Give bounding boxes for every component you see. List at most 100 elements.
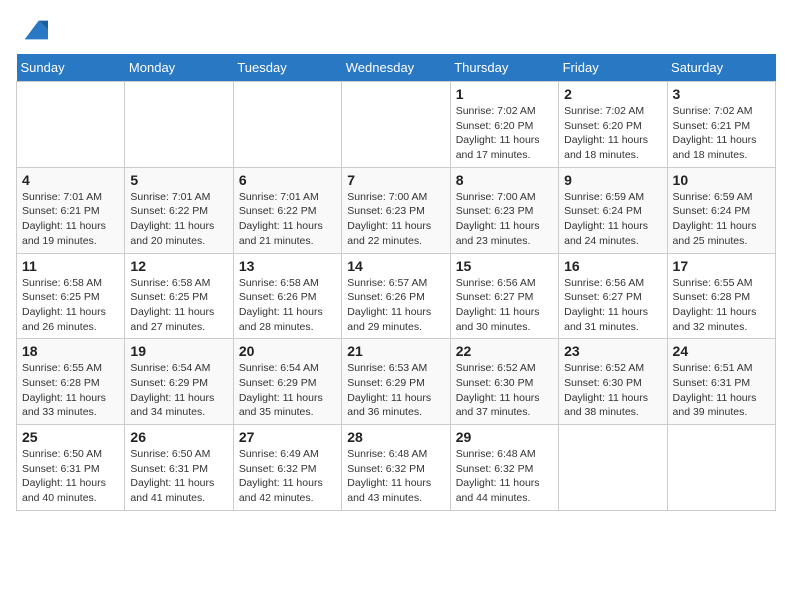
day-info: Sunrise: 7:00 AM Sunset: 6:23 PM Dayligh… bbox=[456, 190, 553, 249]
day-info: Sunrise: 6:58 AM Sunset: 6:26 PM Dayligh… bbox=[239, 276, 336, 335]
day-info: Sunrise: 6:49 AM Sunset: 6:32 PM Dayligh… bbox=[239, 447, 336, 506]
calendar-cell: 24 Sunrise: 6:51 AM Sunset: 6:31 PM Dayli… bbox=[667, 339, 775, 425]
calendar-cell: 23 Sunrise: 6:52 AM Sunset: 6:30 PM Dayli… bbox=[559, 339, 667, 425]
logo bbox=[16, 16, 48, 44]
day-number: 21 bbox=[347, 343, 444, 359]
day-info: Sunrise: 7:00 AM Sunset: 6:23 PM Dayligh… bbox=[347, 190, 444, 249]
calendar-cell: 22 Sunrise: 6:52 AM Sunset: 6:30 PM Dayli… bbox=[450, 339, 558, 425]
calendar-cell: 10Sunrise: 6:59 AM Sunset: 6:24 PM Dayli… bbox=[667, 167, 775, 253]
day-info: Sunrise: 6:59 AM Sunset: 6:24 PM Dayligh… bbox=[564, 190, 661, 249]
calendar-cell: 16 Sunrise: 6:56 AM Sunset: 6:27 PM Dayli… bbox=[559, 253, 667, 339]
calendar-cell: 4 Sunrise: 7:01 AM Sunset: 6:21 PM Daylig… bbox=[17, 167, 125, 253]
weekday-header: Friday bbox=[559, 54, 667, 82]
day-number: 14 bbox=[347, 258, 444, 274]
calendar-cell: 7 Sunrise: 7:00 AM Sunset: 6:23 PM Daylig… bbox=[342, 167, 450, 253]
day-number: 3 bbox=[673, 86, 770, 102]
calendar-cell bbox=[559, 425, 667, 511]
day-number: 29 bbox=[456, 429, 553, 445]
calendar-cell: 17 Sunrise: 6:55 AM Sunset: 6:28 PM Dayli… bbox=[667, 253, 775, 339]
day-info: Sunrise: 6:53 AM Sunset: 6:29 PM Dayligh… bbox=[347, 361, 444, 420]
calendar-cell: 21 Sunrise: 6:53 AM Sunset: 6:29 PM Dayli… bbox=[342, 339, 450, 425]
day-info: Sunrise: 7:02 AM Sunset: 6:21 PM Dayligh… bbox=[673, 104, 770, 163]
day-info: Sunrise: 7:01 AM Sunset: 6:21 PM Dayligh… bbox=[22, 190, 119, 249]
calendar-cell bbox=[233, 82, 341, 168]
day-info: Sunrise: 6:56 AM Sunset: 6:27 PM Dayligh… bbox=[564, 276, 661, 335]
day-number: 26 bbox=[130, 429, 227, 445]
calendar-cell: 14 Sunrise: 6:57 AM Sunset: 6:26 PM Dayli… bbox=[342, 253, 450, 339]
calendar-cell bbox=[125, 82, 233, 168]
calendar-cell: 13 Sunrise: 6:58 AM Sunset: 6:26 PM Dayli… bbox=[233, 253, 341, 339]
calendar-cell: 27 Sunrise: 6:49 AM Sunset: 6:32 PM Dayli… bbox=[233, 425, 341, 511]
weekday-header: Monday bbox=[125, 54, 233, 82]
day-number: 27 bbox=[239, 429, 336, 445]
day-number: 2 bbox=[564, 86, 661, 102]
day-info: Sunrise: 7:02 AM Sunset: 6:20 PM Dayligh… bbox=[564, 104, 661, 163]
day-number: 20 bbox=[239, 343, 336, 359]
day-number: 24 bbox=[673, 343, 770, 359]
calendar-week-row: 1 Sunrise: 7:02 AM Sunset: 6:20 PM Daylig… bbox=[17, 82, 776, 168]
day-info: Sunrise: 6:55 AM Sunset: 6:28 PM Dayligh… bbox=[673, 276, 770, 335]
weekday-header-row: SundayMondayTuesdayWednesdayThursdayFrid… bbox=[17, 54, 776, 82]
day-info: Sunrise: 6:50 AM Sunset: 6:31 PM Dayligh… bbox=[22, 447, 119, 506]
calendar-cell: 25 Sunrise: 6:50 AM Sunset: 6:31 PM Dayli… bbox=[17, 425, 125, 511]
day-number: 9 bbox=[564, 172, 661, 188]
day-number: 1 bbox=[456, 86, 553, 102]
calendar-cell: 8 Sunrise: 7:00 AM Sunset: 6:23 PM Daylig… bbox=[450, 167, 558, 253]
day-number: 17 bbox=[673, 258, 770, 274]
calendar-cell: 1 Sunrise: 7:02 AM Sunset: 6:20 PM Daylig… bbox=[450, 82, 558, 168]
day-number: 5 bbox=[130, 172, 227, 188]
calendar-cell: 2 Sunrise: 7:02 AM Sunset: 6:20 PM Daylig… bbox=[559, 82, 667, 168]
day-number: 15 bbox=[456, 258, 553, 274]
calendar-cell: 3 Sunrise: 7:02 AM Sunset: 6:21 PM Daylig… bbox=[667, 82, 775, 168]
calendar-cell: 29 Sunrise: 6:48 AM Sunset: 6:32 PM Dayli… bbox=[450, 425, 558, 511]
calendar-cell: 20 Sunrise: 6:54 AM Sunset: 6:29 PM Dayli… bbox=[233, 339, 341, 425]
calendar-week-row: 11 Sunrise: 6:58 AM Sunset: 6:25 PM Dayli… bbox=[17, 253, 776, 339]
day-info: Sunrise: 7:01 AM Sunset: 6:22 PM Dayligh… bbox=[239, 190, 336, 249]
day-info: Sunrise: 6:55 AM Sunset: 6:28 PM Dayligh… bbox=[22, 361, 119, 420]
day-info: Sunrise: 6:58 AM Sunset: 6:25 PM Dayligh… bbox=[22, 276, 119, 335]
calendar-cell: 15 Sunrise: 6:56 AM Sunset: 6:27 PM Dayli… bbox=[450, 253, 558, 339]
day-number: 23 bbox=[564, 343, 661, 359]
day-number: 13 bbox=[239, 258, 336, 274]
day-number: 28 bbox=[347, 429, 444, 445]
day-number: 4 bbox=[22, 172, 119, 188]
day-number: 16 bbox=[564, 258, 661, 274]
day-info: Sunrise: 6:54 AM Sunset: 6:29 PM Dayligh… bbox=[239, 361, 336, 420]
day-info: Sunrise: 6:56 AM Sunset: 6:27 PM Dayligh… bbox=[456, 276, 553, 335]
weekday-header: Thursday bbox=[450, 54, 558, 82]
day-number: 25 bbox=[22, 429, 119, 445]
day-info: Sunrise: 7:01 AM Sunset: 6:22 PM Dayligh… bbox=[130, 190, 227, 249]
day-number: 11 bbox=[22, 258, 119, 274]
calendar-cell: 18 Sunrise: 6:55 AM Sunset: 6:28 PM Dayli… bbox=[17, 339, 125, 425]
day-info: Sunrise: 7:02 AM Sunset: 6:20 PM Dayligh… bbox=[456, 104, 553, 163]
day-number: 7 bbox=[347, 172, 444, 188]
calendar-cell: 26 Sunrise: 6:50 AM Sunset: 6:31 PM Dayli… bbox=[125, 425, 233, 511]
calendar-cell: 9 Sunrise: 6:59 AM Sunset: 6:24 PM Daylig… bbox=[559, 167, 667, 253]
day-info: Sunrise: 6:51 AM Sunset: 6:31 PM Dayligh… bbox=[673, 361, 770, 420]
day-number: 18 bbox=[22, 343, 119, 359]
day-info: Sunrise: 6:48 AM Sunset: 6:32 PM Dayligh… bbox=[456, 447, 553, 506]
calendar-cell: 6 Sunrise: 7:01 AM Sunset: 6:22 PM Daylig… bbox=[233, 167, 341, 253]
weekday-header: Tuesday bbox=[233, 54, 341, 82]
day-number: 8 bbox=[456, 172, 553, 188]
calendar-week-row: 18 Sunrise: 6:55 AM Sunset: 6:28 PM Dayli… bbox=[17, 339, 776, 425]
day-info: Sunrise: 6:50 AM Sunset: 6:31 PM Dayligh… bbox=[130, 447, 227, 506]
day-number: 19 bbox=[130, 343, 227, 359]
calendar-cell: 5 Sunrise: 7:01 AM Sunset: 6:22 PM Daylig… bbox=[125, 167, 233, 253]
day-number: 6 bbox=[239, 172, 336, 188]
day-info: Sunrise: 6:57 AM Sunset: 6:26 PM Dayligh… bbox=[347, 276, 444, 335]
page-header bbox=[16, 16, 776, 44]
day-info: Sunrise: 6:58 AM Sunset: 6:25 PM Dayligh… bbox=[130, 276, 227, 335]
calendar-cell: 12 Sunrise: 6:58 AM Sunset: 6:25 PM Dayli… bbox=[125, 253, 233, 339]
day-info: Sunrise: 6:59 AM Sunset: 6:24 PM Dayligh… bbox=[673, 190, 770, 249]
calendar-cell bbox=[17, 82, 125, 168]
calendar-cell: 11 Sunrise: 6:58 AM Sunset: 6:25 PM Dayli… bbox=[17, 253, 125, 339]
weekday-header: Wednesday bbox=[342, 54, 450, 82]
day-number: 22 bbox=[456, 343, 553, 359]
day-info: Sunrise: 6:52 AM Sunset: 6:30 PM Dayligh… bbox=[564, 361, 661, 420]
day-number: 12 bbox=[130, 258, 227, 274]
weekday-header: Sunday bbox=[17, 54, 125, 82]
calendar-table: SundayMondayTuesdayWednesdayThursdayFrid… bbox=[16, 54, 776, 511]
calendar-cell: 28Sunrise: 6:48 AM Sunset: 6:32 PM Dayli… bbox=[342, 425, 450, 511]
day-info: Sunrise: 6:52 AM Sunset: 6:30 PM Dayligh… bbox=[456, 361, 553, 420]
